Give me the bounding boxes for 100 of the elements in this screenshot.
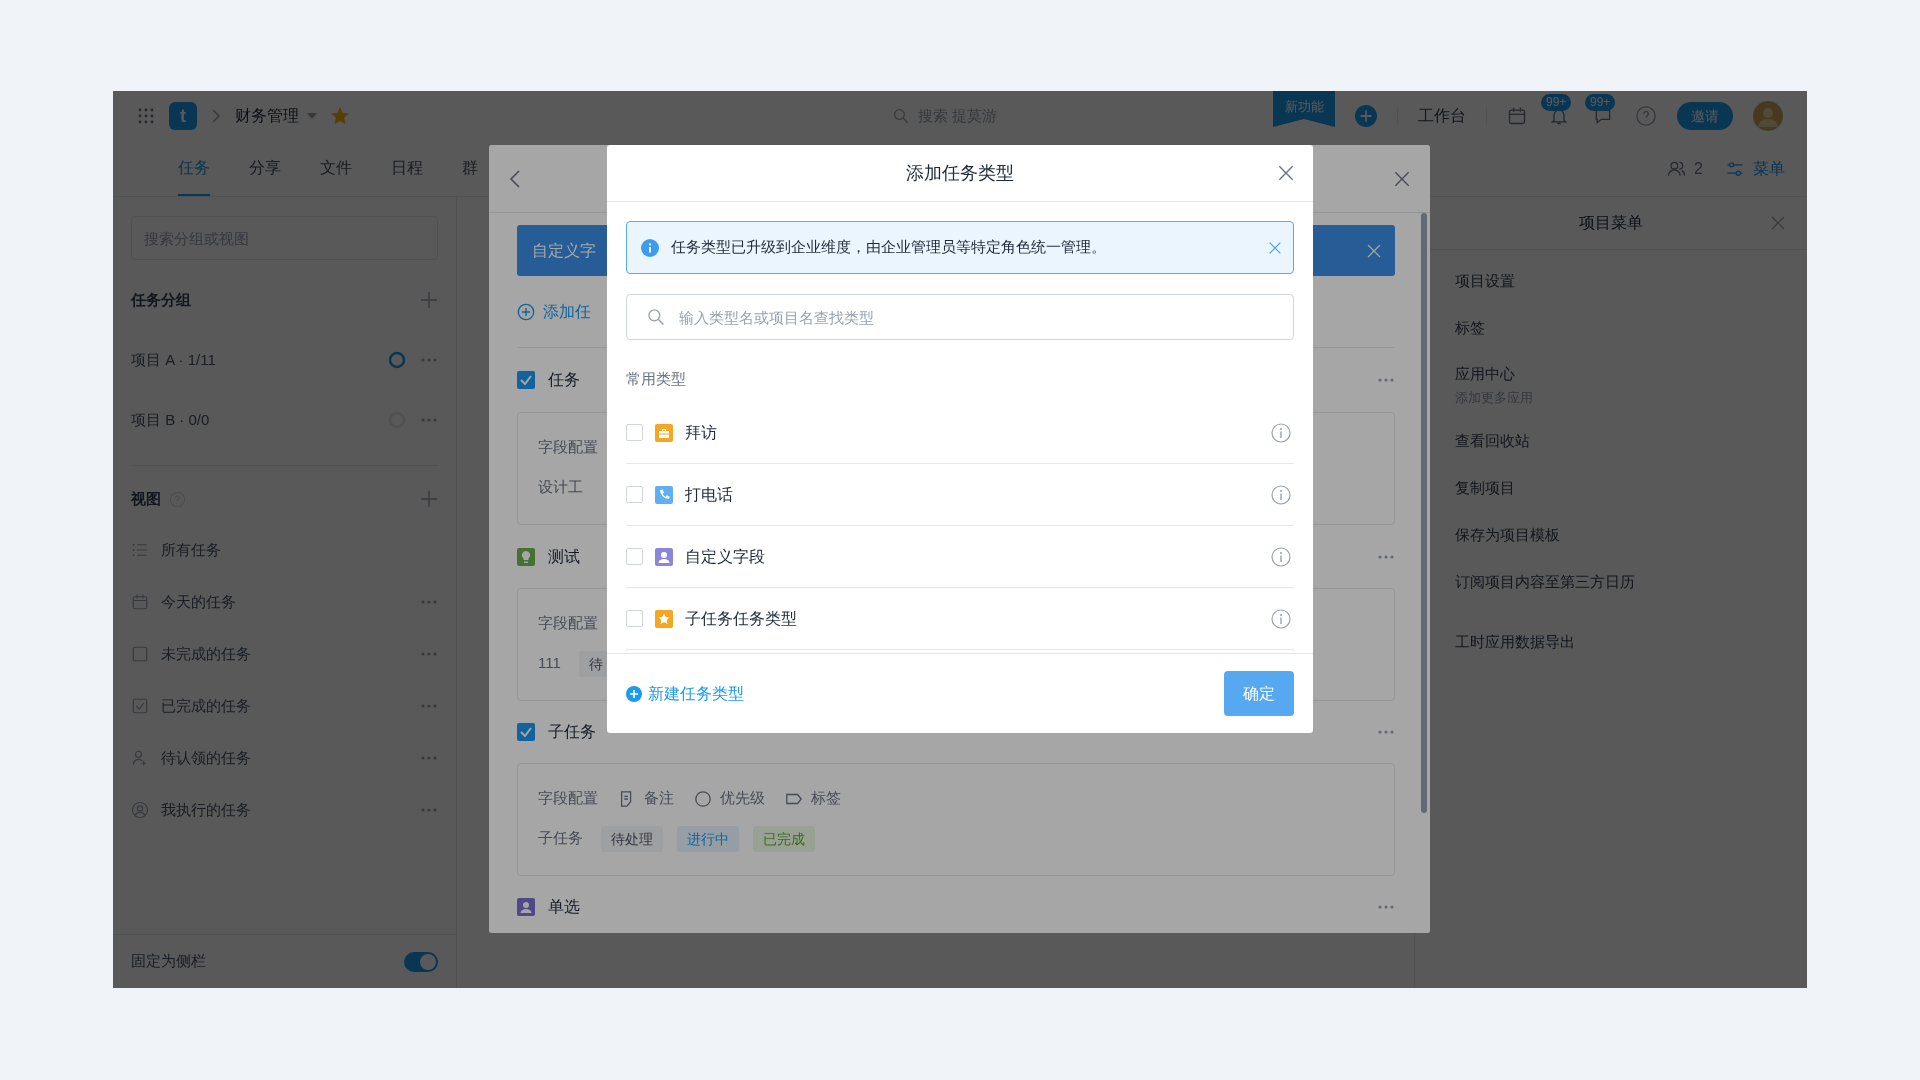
info-icon[interactable] <box>1271 484 1291 505</box>
chevron-right-icon <box>211 109 221 123</box>
more-icon[interactable] <box>420 598 438 606</box>
tab[interactable]: 群 <box>462 141 478 196</box>
search-icon <box>646 307 666 327</box>
checkbox[interactable] <box>626 424 643 441</box>
type-name: 单选 <box>548 897 580 917</box>
add-icon[interactable] <box>420 490 438 508</box>
search-field[interactable]: 输入类型名或项目名查找类型 <box>626 294 1294 340</box>
group-item[interactable]: 项目 A · 1/11 <box>131 348 216 372</box>
type-name: 自定义字段 <box>685 546 765 567</box>
more-icon[interactable] <box>420 702 438 710</box>
view-item[interactable]: 今天的任务 <box>161 590 236 614</box>
info-icon[interactable] <box>1271 422 1291 443</box>
search-icon <box>892 107 910 125</box>
type-name: 任务 <box>548 370 580 390</box>
count-badge: 99+ <box>1585 94 1616 111</box>
checkbox[interactable] <box>626 610 643 627</box>
progress-ring-icon <box>388 351 406 369</box>
view-item[interactable]: 已完成的任务 <box>161 694 251 718</box>
menu-title: 项目菜单 <box>1579 213 1643 233</box>
tab[interactable]: 任务 <box>178 141 210 196</box>
menu-item[interactable]: 订阅项目内容至第三方日历 <box>1455 571 1807 594</box>
tab[interactable]: 文件 <box>320 141 352 196</box>
person-icon <box>517 898 535 916</box>
tab[interactable]: 分享 <box>249 141 281 196</box>
add-button-icon[interactable] <box>1355 105 1377 127</box>
field-name: 备注 <box>644 788 674 809</box>
back-icon[interactable] <box>509 168 521 189</box>
info-icon[interactable] <box>1271 546 1291 567</box>
section-title: 任务分组 <box>131 289 191 310</box>
checkbox-icon <box>517 371 535 389</box>
dialog-title: 添加任务类型 <box>906 161 1014 185</box>
plus-circle-icon <box>626 685 642 702</box>
status-tag: 进行中 <box>677 825 739 852</box>
info-icon[interactable] <box>1271 608 1291 629</box>
group-item[interactable]: 项目 B · 0/0 <box>131 408 210 432</box>
menu-item[interactable]: 查看回收站 <box>1455 430 1807 453</box>
section-label: 常用类型 <box>626 369 686 389</box>
field-label: 字段配置 <box>538 613 598 634</box>
checkbox-icon <box>517 723 535 741</box>
confirm-button[interactable]: 确定 <box>1224 671 1294 716</box>
menu-item[interactable]: 应用中心 <box>1455 363 1807 386</box>
menu-item[interactable]: 复制项目 <box>1455 477 1807 500</box>
invite-button[interactable]: 邀请 <box>1677 102 1733 130</box>
type-name: 打电话 <box>685 484 733 505</box>
more-icon[interactable] <box>1377 903 1395 911</box>
list-icon <box>131 541 149 559</box>
field-label: 字段配置 <box>538 788 598 809</box>
field-name: 优先级 <box>720 788 765 809</box>
square-icon <box>131 645 149 663</box>
user-plus-icon <box>131 749 149 767</box>
scrollbar[interactable] <box>1421 213 1427 813</box>
pin-toggle[interactable] <box>404 951 438 972</box>
menu-item[interactable]: 项目设置 <box>1455 270 1807 293</box>
star-icon[interactable] <box>331 107 349 125</box>
bulb-icon <box>517 547 535 566</box>
more-icon[interactable] <box>420 416 438 424</box>
project-switcher[interactable]: 财务管理 <box>235 104 317 128</box>
type-name: 测试 <box>548 546 580 567</box>
more-icon[interactable] <box>420 806 438 814</box>
plus-circle-icon <box>517 302 535 321</box>
checked-box-icon <box>131 697 149 715</box>
new-type-button[interactable]: 新建任务类型 <box>626 681 744 706</box>
app-logo[interactable]: t <box>169 102 197 130</box>
add-type-button[interactable]: 添加任 <box>517 299 591 324</box>
more-icon[interactable] <box>420 754 438 762</box>
view-item[interactable]: 未完成的任务 <box>161 642 251 666</box>
alert-text: 任务类型已升级到企业维度，由企业管理员等特定角色统一管理。 <box>671 237 1106 258</box>
view-item[interactable]: 我执行的任务 <box>161 798 251 822</box>
checkbox[interactable] <box>626 548 643 565</box>
new-feature-ribbon[interactable]: 新功能 <box>1273 91 1335 127</box>
pin-label: 固定为侧栏 <box>131 951 206 972</box>
more-icon[interactable] <box>420 650 438 658</box>
add-icon[interactable] <box>420 291 438 309</box>
view-item[interactable]: 所有任务 <box>161 538 221 562</box>
calendar-icon <box>131 593 149 611</box>
help-icon[interactable] <box>1635 105 1657 127</box>
avatar[interactable] <box>1753 101 1783 131</box>
menu-item[interactable]: 工时应用数据导出 <box>1455 631 1807 654</box>
caret-icon <box>307 113 317 119</box>
grid-menu-icon[interactable] <box>137 107 155 125</box>
workbench-link[interactable]: 工作台 <box>1418 104 1466 128</box>
menu-item[interactable]: 保存为项目模板 <box>1455 524 1807 547</box>
status-label: 子任务 <box>538 828 583 849</box>
menu-item[interactable]: 标签 <box>1455 317 1807 340</box>
circle-icon <box>694 789 712 808</box>
close-icon[interactable] <box>1276 163 1296 183</box>
more-icon[interactable] <box>1377 728 1395 736</box>
status-tag: 已完成 <box>753 825 815 852</box>
calendar-icon[interactable] <box>1507 106 1527 126</box>
count-badge: 99+ <box>1541 94 1572 111</box>
view-item[interactable]: 待认领的任务 <box>161 746 251 770</box>
user-circle-icon <box>131 801 149 819</box>
more-icon[interactable] <box>1377 376 1395 384</box>
menu-button[interactable]: 菜单 <box>1725 156 1785 181</box>
checkbox[interactable] <box>626 486 643 503</box>
tab[interactable]: 日程 <box>391 141 423 196</box>
more-icon[interactable] <box>420 356 438 364</box>
info-icon <box>641 238 659 257</box>
